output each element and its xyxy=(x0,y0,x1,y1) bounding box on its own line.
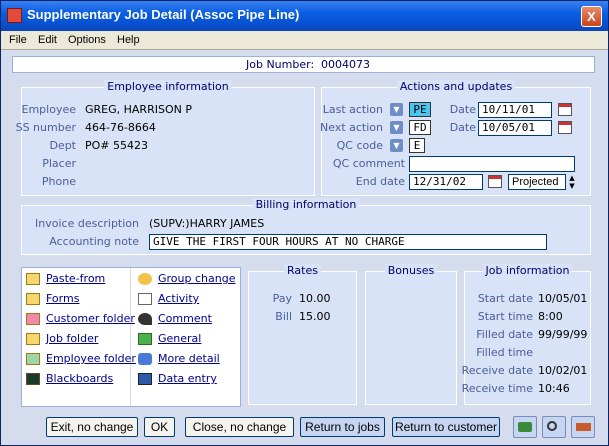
last-date-calendar-icon[interactable] xyxy=(558,103,572,116)
folder-icon xyxy=(26,313,40,325)
group-change-icon xyxy=(138,273,152,285)
start-date-label: Start date xyxy=(477,292,533,305)
employee-panel-title: Employee information xyxy=(104,80,232,93)
search-people-icon[interactable] xyxy=(542,416,566,438)
placer-label: Placer xyxy=(42,157,76,170)
last-action-code[interactable]: PE xyxy=(409,102,431,117)
job-number-label: Job Number: xyxy=(246,58,315,71)
next-action-label: Next action xyxy=(320,121,383,134)
main-content: Job Number: 0004073 Employee information… xyxy=(1,51,608,445)
general-icon xyxy=(138,333,152,345)
activity-icon xyxy=(138,293,152,305)
ok-button[interactable]: OK xyxy=(144,417,175,437)
pay-value: 10.00 xyxy=(299,292,331,305)
receive-date-value: 10/02/01 xyxy=(538,364,588,377)
end-date-field[interactable]: 12/31/02 xyxy=(409,174,483,190)
billing-panel-title: Billing information xyxy=(252,198,360,211)
close-no-change-button[interactable]: Close, no change xyxy=(185,417,294,437)
job-number-bar: Job Number: 0004073 xyxy=(12,56,595,73)
receive-date-label: Receive date xyxy=(461,364,533,377)
blackboard-icon xyxy=(26,373,40,385)
accounting-note-field[interactable]: GIVE THE FIRST FOUR HOURS AT NO CHARGE xyxy=(149,234,547,250)
invoice-description-value: (SUPV:)HARRY JAMES xyxy=(149,217,265,230)
start-time-value: 8:00 xyxy=(538,310,563,323)
data-entry-icon xyxy=(138,373,152,385)
bonuses-panel: Bonuses xyxy=(365,264,457,405)
end-date-label: End date xyxy=(355,175,405,188)
end-date-status-field[interactable]: Projected xyxy=(508,174,566,190)
window: Supplementary Job Detail (Assoc Pipe Lin… xyxy=(0,0,609,446)
folder-icon xyxy=(26,333,40,345)
filled-time-label: Filled time xyxy=(476,346,533,359)
next-action-code[interactable]: FD xyxy=(409,120,431,135)
qc-comment-field[interactable] xyxy=(409,156,575,172)
more-detail-icon xyxy=(138,353,152,365)
folder-icon xyxy=(26,273,40,285)
next-date-calendar-icon[interactable] xyxy=(558,121,572,134)
qc-code-field[interactable]: E xyxy=(409,138,425,153)
workers-icon[interactable] xyxy=(571,416,595,438)
last-date-label: Date xyxy=(449,103,476,116)
dept-value: PO# 55423 xyxy=(85,139,148,152)
qc-code-dropdown-icon[interactable]: ▼ xyxy=(390,139,403,152)
job-number-value: 0004073 xyxy=(321,58,370,71)
qc-comment-label: QC comment xyxy=(332,157,405,170)
receive-time-label: Receive time xyxy=(461,382,533,395)
bonuses-panel-title: Bonuses xyxy=(384,264,438,277)
app-icon xyxy=(7,8,22,23)
bill-label: Bill xyxy=(275,310,292,323)
menu-file[interactable]: File xyxy=(9,34,27,46)
return-to-jobs-button[interactable]: Return to jobs xyxy=(300,417,385,437)
employee-value: GREG, HARRISON P xyxy=(85,103,192,116)
bill-value: 15.00 xyxy=(299,310,331,323)
actions-panel: Actions and updates Last action ▼ PE Dat… xyxy=(320,80,591,196)
menu-bar: File Edit Options Help xyxy=(1,31,608,50)
end-date-calendar-icon[interactable] xyxy=(488,175,502,188)
phone-label: Phone xyxy=(41,175,76,188)
comment-icon xyxy=(138,313,152,325)
rates-panel: Rates Pay 10.00 Bill 15.00 xyxy=(248,264,357,405)
rates-panel-title: Rates xyxy=(284,264,321,277)
start-time-label: Start time xyxy=(477,310,533,323)
next-date-label: Date xyxy=(449,121,476,134)
ss-number-value: 464-76-8664 xyxy=(85,121,156,134)
last-action-dropdown-icon[interactable]: ▼ xyxy=(390,103,403,116)
filled-date-label: Filled date xyxy=(476,328,533,341)
menu-edit[interactable]: Edit xyxy=(38,34,57,46)
next-action-dropdown-icon[interactable]: ▼ xyxy=(390,121,403,134)
window-title: Supplementary Job Detail (Assoc Pipe Lin… xyxy=(27,7,300,22)
employee-panel: Employee information Employee GREG, HARR… xyxy=(16,80,315,196)
pay-label: Pay xyxy=(272,292,292,305)
folder-icon xyxy=(26,353,40,365)
job-info-panel-title: Job information xyxy=(482,264,573,277)
filled-date-value: 99/99/99 xyxy=(538,328,588,341)
invoice-description-label: Invoice description xyxy=(35,217,139,230)
qc-code-label: QC code xyxy=(336,139,383,152)
last-action-date-field[interactable]: 10/11/01 xyxy=(478,102,552,118)
links-panel: Paste-from Forms Customer folder Job fol… xyxy=(21,267,241,407)
return-to-customer-button[interactable]: Return to customer xyxy=(392,417,500,437)
start-date-value: 10/05/01 xyxy=(538,292,588,305)
title-bar: Supplementary Job Detail (Assoc Pipe Lin… xyxy=(1,1,608,31)
last-action-label: Last action xyxy=(322,103,383,116)
folder-icon xyxy=(26,293,40,305)
ss-number-label: SS number xyxy=(15,121,76,134)
employee-label: Employee xyxy=(21,103,76,116)
dept-label: Dept xyxy=(49,139,76,152)
close-button[interactable]: X xyxy=(581,6,602,27)
end-status-spinner-icon[interactable]: ▲ ▼ xyxy=(567,174,577,190)
receive-time-value: 10:46 xyxy=(538,382,570,395)
exit-no-change-button[interactable]: Exit, no change xyxy=(46,417,138,437)
menu-help[interactable]: Help xyxy=(117,34,140,46)
actions-panel-title: Actions and updates xyxy=(396,80,516,93)
job-info-panel: Job information Start date 10/05/01 Star… xyxy=(461,264,591,405)
tools-icon[interactable] xyxy=(513,416,537,438)
next-action-date-field[interactable]: 10/05/01 xyxy=(478,120,552,136)
accounting-note-label: Accounting note xyxy=(49,235,139,248)
menu-options[interactable]: Options xyxy=(68,34,106,46)
billing-panel: Billing information Invoice description … xyxy=(21,198,591,255)
